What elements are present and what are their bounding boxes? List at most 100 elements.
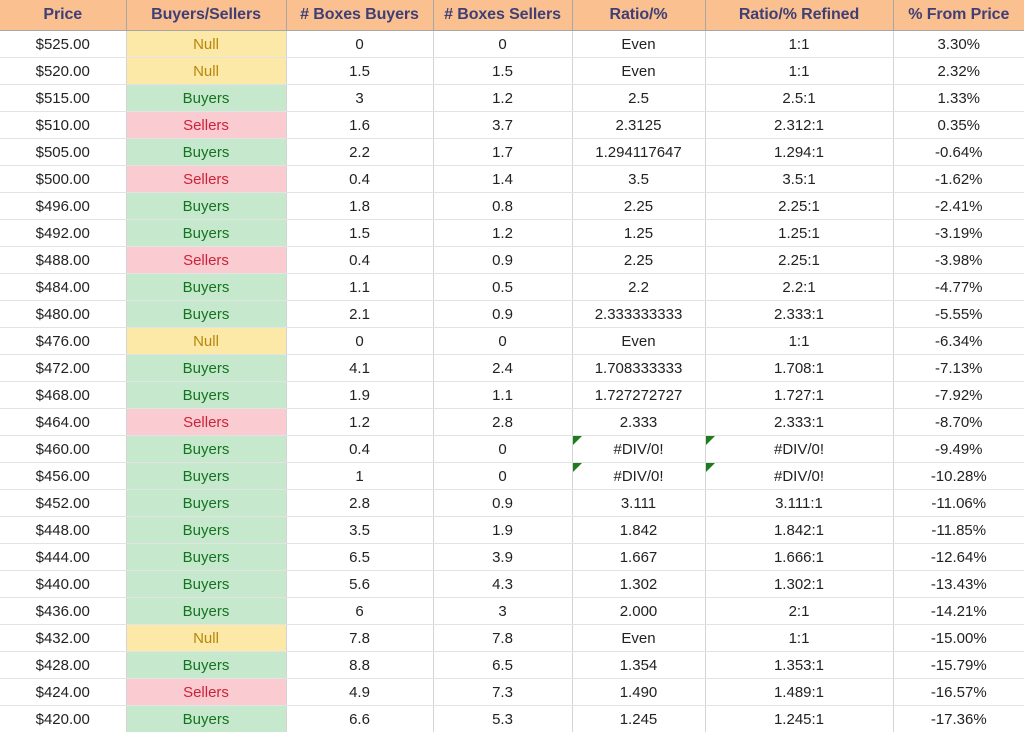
table-row[interactable]: $510.00Sellers1.63.72.31252.312:10.35% xyxy=(0,112,1024,139)
cell-boxes-sellers[interactable]: 0.5 xyxy=(433,274,572,301)
cell-price[interactable]: $525.00 xyxy=(0,31,126,58)
table-row[interactable]: $484.00Buyers1.10.52.22.2:1-4.77% xyxy=(0,274,1024,301)
cell-ratio[interactable]: Even xyxy=(572,328,705,355)
cell-ratio-refined[interactable]: 1.708:1 xyxy=(705,355,893,382)
cell-boxes-sellers[interactable]: 4.3 xyxy=(433,571,572,598)
cell-boxes-buyers[interactable]: 2.8 xyxy=(286,490,433,517)
cell-ratio-refined[interactable]: 1.727:1 xyxy=(705,382,893,409)
table-row[interactable]: $460.00Buyers0.40#DIV/0!#DIV/0!-9.49% xyxy=(0,436,1024,463)
cell-boxes-buyers[interactable]: 0.4 xyxy=(286,166,433,193)
cell-ratio-refined[interactable]: 2.25:1 xyxy=(705,193,893,220)
column-header-buyers-sellers[interactable]: Buyers/Sellers xyxy=(126,0,286,31)
cell-boxes-sellers[interactable]: 1.2 xyxy=(433,220,572,247)
cell-buyers-sellers[interactable]: Null xyxy=(126,31,286,58)
cell-price[interactable]: $515.00 xyxy=(0,85,126,112)
cell-price[interactable]: $464.00 xyxy=(0,409,126,436)
cell-buyers-sellers[interactable]: Sellers xyxy=(126,679,286,706)
cell-buyers-sellers[interactable]: Buyers xyxy=(126,139,286,166)
cell-boxes-buyers[interactable]: 1.8 xyxy=(286,193,433,220)
cell-ratio[interactable]: 2.25 xyxy=(572,247,705,274)
cell-price[interactable]: $428.00 xyxy=(0,652,126,679)
cell-buyers-sellers[interactable]: Sellers xyxy=(126,247,286,274)
table-row[interactable]: $496.00Buyers1.80.82.252.25:1-2.41% xyxy=(0,193,1024,220)
cell-pct-from-price[interactable]: -11.85% xyxy=(893,517,1024,544)
cell-ratio[interactable]: Even xyxy=(572,58,705,85)
cell-buyers-sellers[interactable]: Buyers xyxy=(126,544,286,571)
table-row[interactable]: $452.00Buyers2.80.93.1113.111:1-11.06% xyxy=(0,490,1024,517)
table-row[interactable]: $505.00Buyers2.21.71.2941176471.294:1-0.… xyxy=(0,139,1024,166)
column-header-boxes-buyers[interactable]: # Boxes Buyers xyxy=(286,0,433,31)
cell-boxes-buyers[interactable]: 2.1 xyxy=(286,301,433,328)
column-header-pct-from-price[interactable]: % From Price xyxy=(893,0,1024,31)
cell-ratio-refined[interactable]: #DIV/0! xyxy=(705,436,893,463)
cell-boxes-sellers[interactable]: 0.9 xyxy=(433,301,572,328)
cell-ratio[interactable]: 3.5 xyxy=(572,166,705,193)
cell-ratio[interactable]: 1.490 xyxy=(572,679,705,706)
cell-boxes-sellers[interactable]: 1.7 xyxy=(433,139,572,166)
column-header-price[interactable]: Price xyxy=(0,0,126,31)
cell-buyers-sellers[interactable]: Buyers xyxy=(126,463,286,490)
cell-price[interactable]: $436.00 xyxy=(0,598,126,625)
cell-ratio[interactable]: #DIV/0! xyxy=(572,436,705,463)
cell-buyers-sellers[interactable]: Sellers xyxy=(126,409,286,436)
table-row[interactable]: $480.00Buyers2.10.92.3333333332.333:1-5.… xyxy=(0,301,1024,328)
table-row[interactable]: $500.00Sellers0.41.43.53.5:1-1.62% xyxy=(0,166,1024,193)
table-row[interactable]: $472.00Buyers4.12.41.7083333331.708:1-7.… xyxy=(0,355,1024,382)
cell-ratio[interactable]: #DIV/0! xyxy=(572,463,705,490)
cell-ratio-refined[interactable]: 2.333:1 xyxy=(705,409,893,436)
cell-boxes-sellers[interactable]: 2.4 xyxy=(433,355,572,382)
cell-ratio[interactable]: 1.667 xyxy=(572,544,705,571)
cell-price[interactable]: $448.00 xyxy=(0,517,126,544)
cell-pct-from-price[interactable]: -2.41% xyxy=(893,193,1024,220)
cell-boxes-sellers[interactable]: 7.8 xyxy=(433,625,572,652)
cell-buyers-sellers[interactable]: Buyers xyxy=(126,706,286,732)
cell-ratio-refined[interactable]: 1.489:1 xyxy=(705,679,893,706)
cell-price[interactable]: $472.00 xyxy=(0,355,126,382)
cell-boxes-sellers[interactable]: 3.9 xyxy=(433,544,572,571)
cell-pct-from-price[interactable]: -15.00% xyxy=(893,625,1024,652)
cell-buyers-sellers[interactable]: Null xyxy=(126,58,286,85)
cell-price[interactable]: $452.00 xyxy=(0,490,126,517)
cell-buyers-sellers[interactable]: Sellers xyxy=(126,112,286,139)
cell-boxes-sellers[interactable]: 1.2 xyxy=(433,85,572,112)
cell-ratio[interactable]: 2.000 xyxy=(572,598,705,625)
cell-boxes-buyers[interactable]: 6.6 xyxy=(286,706,433,732)
cell-ratio[interactable]: 1.708333333 xyxy=(572,355,705,382)
cell-boxes-buyers[interactable]: 6.5 xyxy=(286,544,433,571)
column-header-ratio[interactable]: Ratio/% xyxy=(572,0,705,31)
cell-ratio[interactable]: 1.245 xyxy=(572,706,705,732)
table-row[interactable]: $520.00Null1.51.5Even1:12.32% xyxy=(0,58,1024,85)
cell-pct-from-price[interactable]: -3.19% xyxy=(893,220,1024,247)
cell-ratio-refined[interactable]: 2.5:1 xyxy=(705,85,893,112)
cell-pct-from-price[interactable]: -11.06% xyxy=(893,490,1024,517)
cell-boxes-sellers[interactable]: 0 xyxy=(433,463,572,490)
table-row[interactable]: $468.00Buyers1.91.11.7272727271.727:1-7.… xyxy=(0,382,1024,409)
cell-ratio[interactable]: 1.727272727 xyxy=(572,382,705,409)
cell-ratio[interactable]: 1.302 xyxy=(572,571,705,598)
cell-ratio-refined[interactable]: 1:1 xyxy=(705,625,893,652)
cell-pct-from-price[interactable]: 0.35% xyxy=(893,112,1024,139)
cell-pct-from-price[interactable]: -6.34% xyxy=(893,328,1024,355)
cell-price[interactable]: $496.00 xyxy=(0,193,126,220)
cell-pct-from-price[interactable]: -15.79% xyxy=(893,652,1024,679)
cell-buyers-sellers[interactable]: Sellers xyxy=(126,166,286,193)
cell-boxes-sellers[interactable]: 1.5 xyxy=(433,58,572,85)
cell-ratio-refined[interactable]: 1.302:1 xyxy=(705,571,893,598)
cell-pct-from-price[interactable]: -7.92% xyxy=(893,382,1024,409)
cell-boxes-buyers[interactable]: 1.5 xyxy=(286,58,433,85)
cell-buyers-sellers[interactable]: Buyers xyxy=(126,220,286,247)
table-row[interactable]: $420.00Buyers6.65.31.2451.245:1-17.36% xyxy=(0,706,1024,732)
cell-ratio-refined[interactable]: 1.294:1 xyxy=(705,139,893,166)
cell-boxes-buyers[interactable]: 1.2 xyxy=(286,409,433,436)
cell-boxes-buyers[interactable]: 1.6 xyxy=(286,112,433,139)
table-row[interactable]: $515.00Buyers31.22.52.5:11.33% xyxy=(0,85,1024,112)
cell-price[interactable]: $476.00 xyxy=(0,328,126,355)
cell-price[interactable]: $432.00 xyxy=(0,625,126,652)
cell-pct-from-price[interactable]: -12.64% xyxy=(893,544,1024,571)
cell-buyers-sellers[interactable]: Buyers xyxy=(126,517,286,544)
cell-ratio[interactable]: 2.5 xyxy=(572,85,705,112)
table-row[interactable]: $428.00Buyers8.86.51.3541.353:1-15.79% xyxy=(0,652,1024,679)
cell-boxes-sellers[interactable]: 0.9 xyxy=(433,490,572,517)
cell-ratio[interactable]: 3.111 xyxy=(572,490,705,517)
cell-boxes-buyers[interactable]: 4.1 xyxy=(286,355,433,382)
